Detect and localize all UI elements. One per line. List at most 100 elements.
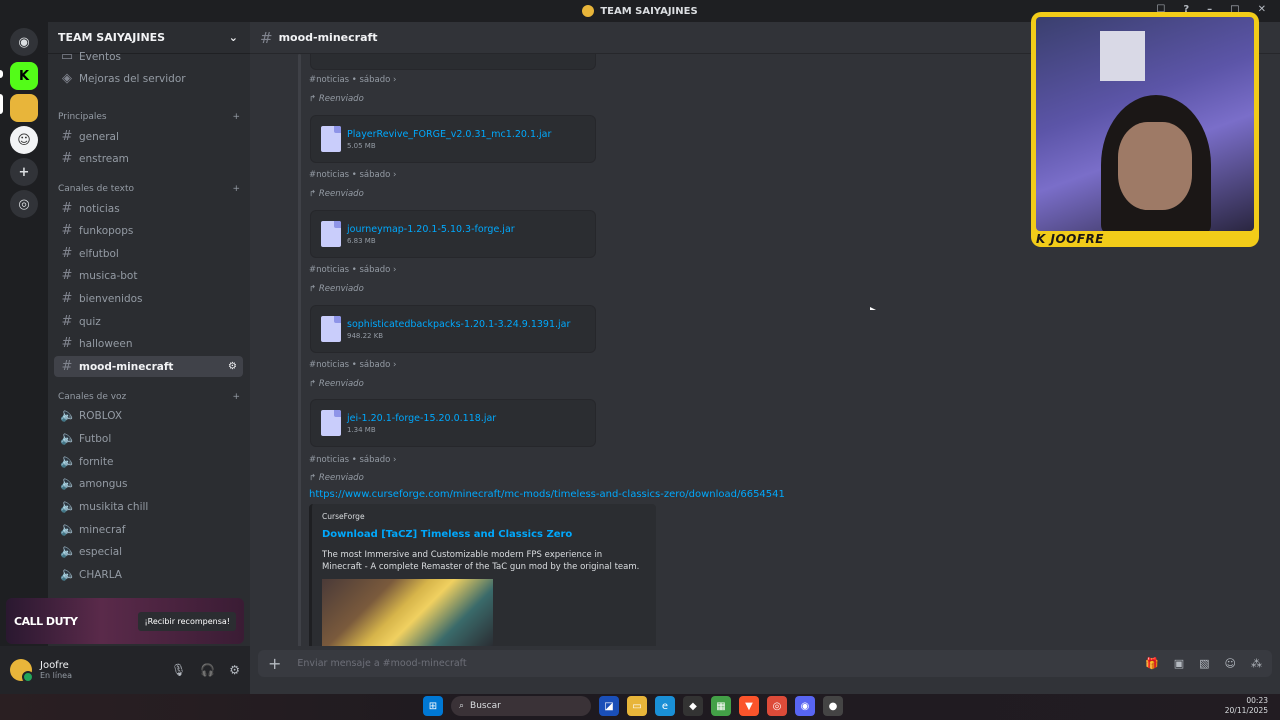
- avatar[interactable]: [10, 659, 34, 683]
- forward-source[interactable]: #noticias • sábado ›: [309, 170, 396, 180]
- anime-server-icon[interactable]: ☺: [10, 126, 38, 154]
- text-channel-icon: #: [61, 201, 73, 216]
- channel-label: bienvenidos: [79, 292, 143, 305]
- app-icon[interactable]: ◪: [599, 696, 619, 716]
- system-clock[interactable]: 00:23 20/11/2025: [1225, 696, 1268, 716]
- channel-label: minecraf: [79, 523, 126, 536]
- channel-label: elfutbol: [79, 247, 119, 260]
- forwarded-label: ↱ Reenviado: [309, 189, 364, 199]
- channel-noticias[interactable]: # noticias: [54, 198, 243, 219]
- claim-reward-button[interactable]: ¡Recibir recompensa!: [138, 611, 236, 631]
- add-channel-icon[interactable]: +: [232, 184, 240, 194]
- channel-quiz[interactable]: # quiz: [54, 311, 243, 332]
- voice-channel-roblox[interactable]: 🔈 ROBLOX: [54, 405, 243, 426]
- category-canales-de-texto[interactable]: Canales de texto +: [58, 184, 240, 194]
- server-logo-icon: [582, 5, 595, 17]
- channel-enstream[interactable]: # enstream: [54, 148, 243, 169]
- text-channel-icon: #: [61, 314, 73, 329]
- forward-source[interactable]: #noticias • sábado ›: [309, 75, 396, 85]
- gift-icon[interactable]: 🎁: [1145, 657, 1159, 670]
- promo-banner[interactable]: CALL DUTY ¡Recibir recompensa!: [6, 598, 244, 644]
- speaker-icon: 🔈: [60, 431, 77, 446]
- voice-channel-amongus[interactable]: 🔈 amongus: [54, 473, 243, 494]
- file-name[interactable]: PlayerRevive_FORGE_v2.0.31_mc1.20.1.jar: [347, 129, 551, 140]
- taskbar-search[interactable]: ⌕ Buscar: [451, 696, 591, 716]
- source-day: sábado: [359, 170, 391, 180]
- kick-server-icon[interactable]: K: [10, 62, 38, 90]
- file-name[interactable]: journeymap-1.20.1-5.10.3-forge.jar: [347, 224, 515, 235]
- file-attachment[interactable]: sophisticatedbackpacks-1.20.1-3.24.9.139…: [310, 305, 596, 353]
- server-unread-pill: [0, 70, 3, 78]
- chrome-icon[interactable]: ◎: [767, 696, 787, 716]
- microphone-icon[interactable]: 🎙: [171, 663, 186, 677]
- explore-servers-icon[interactable]: ◎: [10, 190, 38, 218]
- embed-title[interactable]: Download [TaCZ] Timeless and Classics Ze…: [322, 529, 646, 540]
- text-channel-icon: #: [61, 246, 73, 261]
- headphones-icon[interactable]: 🎧: [200, 663, 215, 677]
- source-day: sábado: [359, 265, 391, 275]
- discord-home-icon[interactable]: ◉: [10, 28, 38, 56]
- forwarded-text: Reenviado: [318, 379, 364, 389]
- message-composer[interactable]: + Enviar mensaje a #mood-minecraft 🎁 ▣ ▧…: [258, 650, 1272, 677]
- close-icon[interactable]: ✕: [1258, 4, 1266, 15]
- edge-icon[interactable]: e: [655, 696, 675, 716]
- channel-bienvenidos[interactable]: # bienvenidos: [54, 288, 243, 309]
- forward-source[interactable]: #noticias • sábado ›: [309, 455, 396, 465]
- minecraft-icon[interactable]: ▦: [711, 696, 731, 716]
- sidebar-item-boosts[interactable]: ◈ Mejoras del servidor: [54, 68, 243, 89]
- add-server-icon[interactable]: +: [10, 158, 38, 186]
- windows-start-icon[interactable]: ⊞: [423, 696, 443, 716]
- channel-halloween[interactable]: # halloween: [54, 333, 243, 354]
- gif-icon[interactable]: ▣: [1174, 657, 1184, 670]
- file-explorer-icon[interactable]: ▭: [627, 696, 647, 716]
- embed-image[interactable]: [322, 579, 493, 646]
- file-attachment[interactable]: journeymap-1.20.1-5.10.3-forge.jar 6.83 M…: [310, 210, 596, 258]
- file-name[interactable]: jei-1.20.1-forge-15.20.0.118.jar: [347, 413, 496, 424]
- brave-icon[interactable]: ▼: [739, 696, 759, 716]
- source-channel: #noticias: [309, 265, 350, 275]
- category-principales[interactable]: Principales +: [58, 112, 240, 122]
- file-attachment-partial[interactable]: [310, 54, 596, 70]
- voice-channel-fornite[interactable]: 🔈 fornite: [54, 451, 243, 472]
- discord-icon[interactable]: ◉: [795, 696, 815, 716]
- source-day: sábado: [359, 455, 391, 465]
- channel-mood-minecraft[interactable]: # mood-minecraft ⚙: [54, 356, 243, 377]
- curseforge-link[interactable]: https://www.curseforge.com/minecraft/mc-…: [309, 489, 785, 500]
- forward-source[interactable]: #noticias • sábado ›: [309, 360, 396, 370]
- channel-elfutbol[interactable]: # elfutbol: [54, 243, 243, 264]
- voice-channel-minecraf[interactable]: 🔈 minecraf: [54, 519, 243, 540]
- file-attachment[interactable]: jei-1.20.1-forge-15.20.0.118.jar 1.34 MB: [310, 399, 596, 447]
- apps-icon[interactable]: ⁂: [1251, 657, 1262, 670]
- voice-channel-futbol[interactable]: 🔈 Futbol: [54, 428, 243, 449]
- speaker-icon: 🔈: [60, 454, 77, 469]
- voice-channel-especial[interactable]: 🔈 especial: [54, 541, 243, 562]
- add-channel-icon[interactable]: +: [232, 112, 240, 122]
- invite-and-settings-icon[interactable]: ⚙: [228, 361, 237, 372]
- emoji-icon[interactable]: ☺: [1225, 657, 1236, 670]
- add-channel-icon[interactable]: +: [232, 392, 240, 402]
- clock-date: 20/11/2025: [1224, 706, 1268, 715]
- user-info[interactable]: Joofre En línea: [32, 660, 72, 680]
- sticker-icon[interactable]: ▧: [1199, 657, 1209, 670]
- message-input[interactable]: Enviar mensaje a #mood-minecraft: [297, 658, 466, 669]
- add-attachment-icon[interactable]: +: [268, 654, 281, 673]
- voice-channel-musikita-chill[interactable]: 🔈 musikita chill: [54, 496, 243, 517]
- server-selected-pill: [0, 94, 3, 114]
- server-name: TEAM SAIYAJINES: [58, 31, 166, 44]
- channel-general[interactable]: # general: [54, 126, 243, 147]
- sidebar-item-events[interactable]: ▭ Eventos: [54, 46, 243, 67]
- chevron-down-icon: ⌄: [228, 31, 238, 44]
- obs-icon[interactable]: ●: [823, 696, 843, 716]
- settings-gear-icon[interactable]: ⚙: [229, 663, 240, 677]
- channel-funkopops[interactable]: # funkopops: [54, 220, 243, 241]
- forwarded-label: ↱ Reenviado: [309, 284, 364, 294]
- forward-source[interactable]: #noticias • sábado ›: [309, 265, 396, 275]
- text-channel-icon: #: [61, 223, 73, 238]
- davinci-icon[interactable]: ◆: [683, 696, 703, 716]
- file-attachment[interactable]: PlayerRevive_FORGE_v2.0.31_mc1.20.1.jar 5…: [310, 115, 596, 163]
- category-canales-de-voz[interactable]: Canales de voz +: [58, 392, 240, 402]
- channel-musica-bot[interactable]: # musica-bot: [54, 265, 243, 286]
- voice-channel-charla[interactable]: 🔈 CHARLA: [54, 564, 243, 585]
- team-saiyajines-server-icon[interactable]: [10, 94, 38, 122]
- file-name[interactable]: sophisticatedbackpacks-1.20.1-3.24.9.139…: [347, 319, 570, 330]
